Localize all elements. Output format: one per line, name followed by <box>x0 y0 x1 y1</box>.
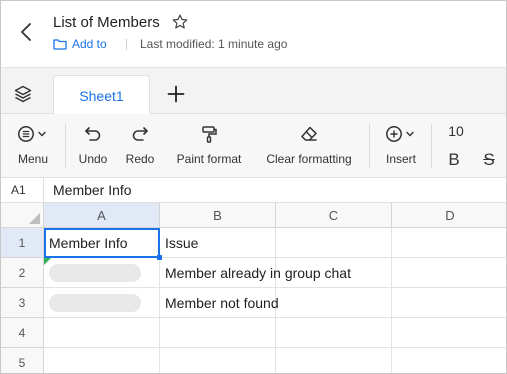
clear-formatting-button[interactable]: Clear formatting <box>257 114 361 178</box>
redacted-member-chip <box>49 263 141 282</box>
redo-button[interactable]: Redo <box>119 114 161 178</box>
paint-format-label: Paint format <box>176 152 242 166</box>
row-header-3[interactable]: 3 <box>1 288 44 318</box>
cell-b2[interactable]: Member already in group chat <box>160 258 351 288</box>
cell-c4[interactable] <box>276 318 392 348</box>
tab-sheet1[interactable]: Sheet1 <box>53 75 150 115</box>
add-sheet-button[interactable] <box>166 84 188 106</box>
eraser-icon <box>301 126 317 141</box>
paint-format-button[interactable]: Paint format <box>167 114 251 178</box>
layers-icon <box>14 85 32 103</box>
spreadsheet-grid: A B C D 1 2 3 4 5 Member Info Issue Memb… <box>1 203 506 373</box>
chevron-left-icon <box>21 23 31 41</box>
row-header-2[interactable]: 2 <box>1 258 44 288</box>
formula-bar: A1 Member Info <box>1 178 506 203</box>
cell-b3[interactable]: Member not found <box>160 288 279 318</box>
column-header-c[interactable]: C <box>276 203 392 228</box>
sheet-list-button[interactable] <box>13 84 35 106</box>
cell-a4[interactable] <box>44 318 160 348</box>
plus-icon <box>167 85 185 103</box>
sheet-tabs-bar: Sheet1 <box>1 68 506 115</box>
cell-c1[interactable] <box>276 228 392 258</box>
insert-plus-circle-icon <box>386 126 414 142</box>
menu-label: Menu <box>17 152 49 166</box>
clear-formatting-label: Clear formatting <box>266 152 352 166</box>
cell-d3[interactable] <box>392 288 506 318</box>
add-to-label: Add to <box>72 37 107 51</box>
cell-b1[interactable]: Issue <box>160 228 276 258</box>
font-size-selector[interactable]: 10 <box>439 123 473 139</box>
add-to-button[interactable]: Add to <box>53 37 107 51</box>
document-title: List of Members <box>53 14 160 31</box>
menu-button[interactable]: Menu <box>9 114 57 178</box>
cell-d4[interactable] <box>392 318 506 348</box>
column-header-a[interactable]: A <box>44 203 160 228</box>
cell-d2[interactable] <box>392 258 506 288</box>
redo-icon <box>132 127 148 141</box>
last-modified-text: Last modified: 1 minute ago <box>140 37 288 51</box>
cell-a5[interactable] <box>44 348 160 373</box>
column-header-d[interactable]: D <box>392 203 506 228</box>
insert-label: Insert <box>385 152 416 166</box>
cell-c3[interactable] <box>276 288 392 318</box>
fill-handle[interactable] <box>157 255 162 260</box>
cell-c2[interactable] <box>276 258 392 288</box>
cell-reference[interactable]: A1 <box>1 178 44 203</box>
insert-button[interactable]: Insert <box>377 114 425 178</box>
formula-input[interactable]: Member Info <box>53 178 132 203</box>
select-all-corner[interactable] <box>1 203 44 228</box>
comment-marker <box>44 258 51 265</box>
star-icon <box>172 14 188 29</box>
back-button[interactable] <box>15 19 37 45</box>
toolbar-divider <box>431 124 432 168</box>
cell-a3[interactable] <box>44 288 160 318</box>
cell-d5[interactable] <box>392 348 506 373</box>
bold-button[interactable]: B <box>443 150 465 172</box>
cell-d1[interactable] <box>392 228 506 258</box>
corner-triangle-icon <box>29 213 40 224</box>
cell-c5[interactable] <box>276 348 392 373</box>
undo-icon <box>85 127 101 141</box>
redacted-member-chip <box>49 293 141 312</box>
redo-label: Redo <box>125 152 155 166</box>
column-header-b[interactable]: B <box>160 203 276 228</box>
row-header-5[interactable]: 5 <box>1 348 44 373</box>
strikethrough-button[interactable]: S <box>478 150 500 172</box>
spreadsheet-window: List of Members Add to Last modified: 1 … <box>0 0 507 374</box>
menu-circle-icon <box>18 126 46 142</box>
cell-a2[interactable] <box>44 258 160 288</box>
cell-a1[interactable]: Member Info <box>44 228 160 258</box>
row-header-1[interactable]: 1 <box>1 228 44 258</box>
toolbar-divider <box>369 124 370 168</box>
toolbar-divider <box>65 124 66 168</box>
undo-button[interactable]: Undo <box>71 114 115 178</box>
header-divider <box>126 39 127 50</box>
paint-format-icon <box>202 126 217 143</box>
undo-label: Undo <box>78 152 108 166</box>
toolbar: Menu Undo Redo Paint format Clear format… <box>1 114 506 178</box>
row-header-4[interactable]: 4 <box>1 318 44 348</box>
cell-b4[interactable] <box>160 318 276 348</box>
folder-icon <box>53 39 67 50</box>
cell-b5[interactable] <box>160 348 276 373</box>
star-button[interactable] <box>171 13 191 33</box>
